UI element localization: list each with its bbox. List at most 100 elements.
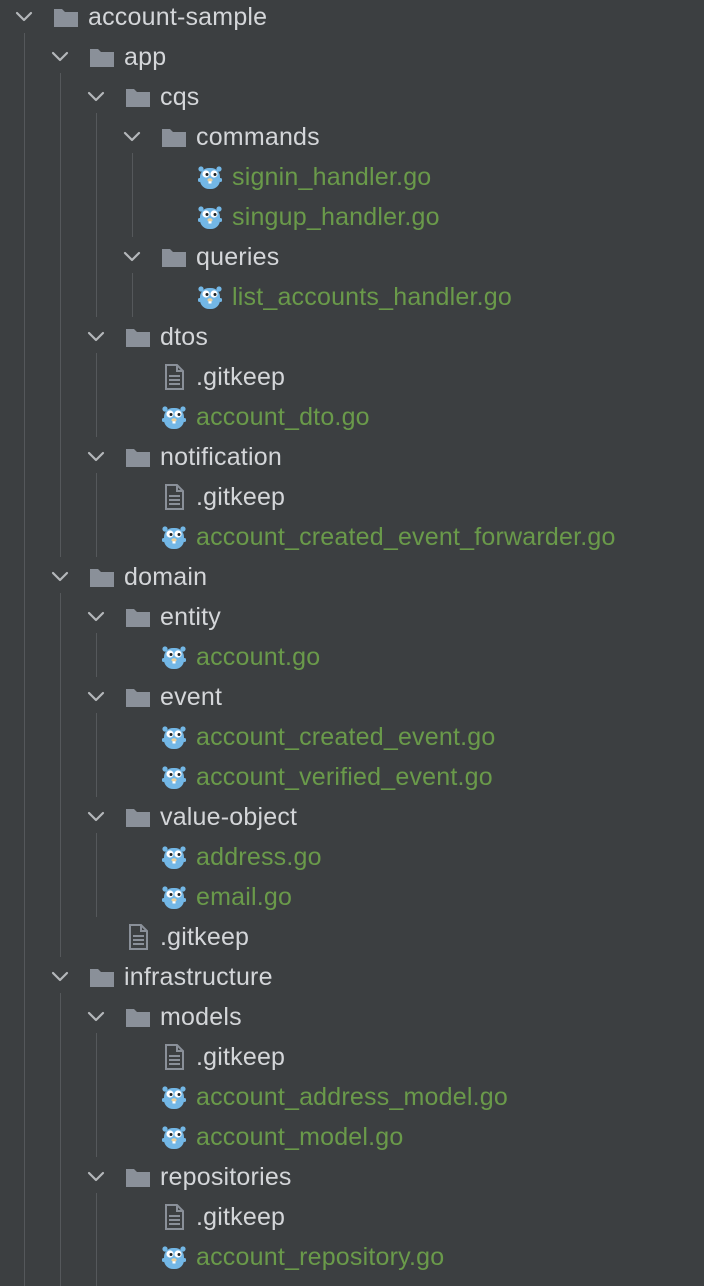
go-gopher-icon — [196, 283, 224, 311]
folder-icon — [160, 123, 188, 151]
tree-file-address-go[interactable]: address.go — [0, 837, 704, 877]
tree-item-label: signin_handler.go — [232, 163, 432, 191]
tree-folder-models[interactable]: models — [0, 997, 704, 1037]
folder-icon — [124, 803, 152, 831]
tree-item-label: account-sample — [88, 3, 268, 31]
tree-folder-commands[interactable]: commands — [0, 117, 704, 157]
tree-file-gitkeep[interactable]: .gitkeep — [0, 357, 704, 397]
tree-item-label: .gitkeep — [196, 1043, 286, 1071]
tree-file-account-verified-event-go[interactable]: account_verified_event.go — [0, 757, 704, 797]
folder-icon — [124, 603, 152, 631]
go-gopher-icon — [160, 523, 188, 551]
tree-item-label: email.go — [196, 883, 293, 911]
tree-item-label: account_repository.go — [196, 1243, 445, 1271]
tree-item-label: domain — [124, 563, 208, 591]
tree-file-gitkeep[interactable]: .gitkeep — [0, 477, 704, 517]
tree-folder-event[interactable]: event — [0, 677, 704, 717]
tree-item-label: value-object — [160, 803, 298, 831]
project-tree: account-sample app cqs commands signin_handl… — [0, 0, 704, 1286]
folder-icon — [124, 83, 152, 111]
chevron-down-icon[interactable] — [12, 5, 36, 29]
tree-file-account-address-model-go[interactable]: account_address_model.go — [0, 1077, 704, 1117]
tree-folder-cqs[interactable]: cqs — [0, 77, 704, 117]
tree-item-label: account_model.go — [196, 1123, 404, 1151]
tree-folder-notification[interactable]: notification — [0, 437, 704, 477]
text-file-icon — [160, 363, 188, 391]
tree-item-label: singup_handler.go — [232, 203, 440, 231]
tree-folder-repositories[interactable]: repositories — [0, 1157, 704, 1197]
chevron-down-icon[interactable] — [84, 805, 108, 829]
go-gopher-icon — [160, 763, 188, 791]
go-gopher-icon — [160, 723, 188, 751]
tree-file-singup-handler-go[interactable]: singup_handler.go — [0, 197, 704, 237]
tree-item-label: infrastructure — [124, 963, 273, 991]
tree-item-label: dtos — [160, 323, 209, 351]
tree-folder-value-object[interactable]: value-object — [0, 797, 704, 837]
tree-folder-queries[interactable]: queries — [0, 237, 704, 277]
go-gopher-icon — [160, 1083, 188, 1111]
go-gopher-icon — [160, 403, 188, 431]
folder-icon — [88, 43, 116, 71]
go-gopher-icon — [160, 1123, 188, 1151]
chevron-down-icon[interactable] — [48, 45, 72, 69]
chevron-down-icon[interactable] — [120, 125, 144, 149]
chevron-down-icon[interactable] — [84, 445, 108, 469]
tree-file-account-created-event-forwarder-go[interactable]: account_created_event_forwarder.go — [0, 517, 704, 557]
tree-item-label: repositories — [160, 1163, 292, 1191]
tree-folder-account-sample[interactable]: account-sample — [0, 0, 704, 37]
tree-item-label: .gitkeep — [196, 1203, 286, 1231]
tree-item-label: address.go — [196, 843, 322, 871]
text-file-icon — [124, 923, 152, 951]
go-gopher-icon — [196, 163, 224, 191]
tree-item-label: list_accounts_handler.go — [232, 283, 512, 311]
tree-folder-infrastructure[interactable]: infrastructure — [0, 957, 704, 997]
tree-file-email-go[interactable]: email.go — [0, 877, 704, 917]
folder-icon — [124, 323, 152, 351]
chevron-down-icon[interactable] — [84, 325, 108, 349]
tree-item-label: account_created_event_forwarder.go — [196, 523, 616, 551]
tree-file-gitkeep[interactable]: .gitkeep — [0, 1037, 704, 1077]
tree-file-account-repository-go[interactable]: account_repository.go — [0, 1237, 704, 1277]
tree-item-label: entity — [160, 603, 221, 631]
chevron-down-icon[interactable] — [84, 1165, 108, 1189]
tree-folder-domain[interactable]: domain — [0, 557, 704, 597]
chevron-down-icon[interactable] — [48, 965, 72, 989]
tree-file-gitkeep[interactable]: .gitkeep — [0, 1197, 704, 1237]
tree-item-label: account_dto.go — [196, 403, 370, 431]
folder-icon — [88, 563, 116, 591]
tree-file-gitkeep[interactable]: .gitkeep — [0, 917, 704, 957]
folder-icon — [124, 443, 152, 471]
folder-icon — [160, 243, 188, 271]
tree-item-label: .gitkeep — [196, 363, 286, 391]
folder-icon — [124, 683, 152, 711]
go-gopher-icon — [160, 883, 188, 911]
go-gopher-icon — [160, 843, 188, 871]
tree-item-label: cqs — [160, 83, 200, 111]
tree-file-account-created-event-go[interactable]: account_created_event.go — [0, 717, 704, 757]
tree-file-list-accounts-handler-go[interactable]: list_accounts_handler.go — [0, 277, 704, 317]
chevron-down-icon[interactable] — [84, 85, 108, 109]
chevron-down-icon[interactable] — [84, 685, 108, 709]
chevron-down-icon[interactable] — [84, 605, 108, 629]
text-file-icon — [160, 1203, 188, 1231]
tree-folder-app[interactable]: app — [0, 37, 704, 77]
tree-item-label: notification — [160, 443, 282, 471]
tree-file-signin-handler-go[interactable]: signin_handler.go — [0, 157, 704, 197]
tree-file-account-go[interactable]: account.go — [0, 637, 704, 677]
tree-folder-dtos[interactable]: dtos — [0, 317, 704, 357]
text-file-icon — [160, 483, 188, 511]
tree-folder-entity[interactable]: entity — [0, 597, 704, 637]
folder-icon — [52, 3, 80, 31]
tree-item-label: commands — [196, 123, 320, 151]
chevron-down-icon[interactable] — [84, 1005, 108, 1029]
go-gopher-icon — [160, 1243, 188, 1271]
tree-file-account-model-go[interactable]: account_model.go — [0, 1117, 704, 1157]
chevron-down-icon[interactable] — [120, 245, 144, 269]
tree-item-label: account_verified_event.go — [196, 763, 493, 791]
tree-item-label: queries — [196, 243, 280, 271]
tree-item-label: models — [160, 1003, 242, 1031]
tree-item-label: account_address_model.go — [196, 1083, 508, 1111]
chevron-down-icon[interactable] — [48, 565, 72, 589]
go-gopher-icon — [160, 643, 188, 671]
tree-file-account-dto-go[interactable]: account_dto.go — [0, 397, 704, 437]
